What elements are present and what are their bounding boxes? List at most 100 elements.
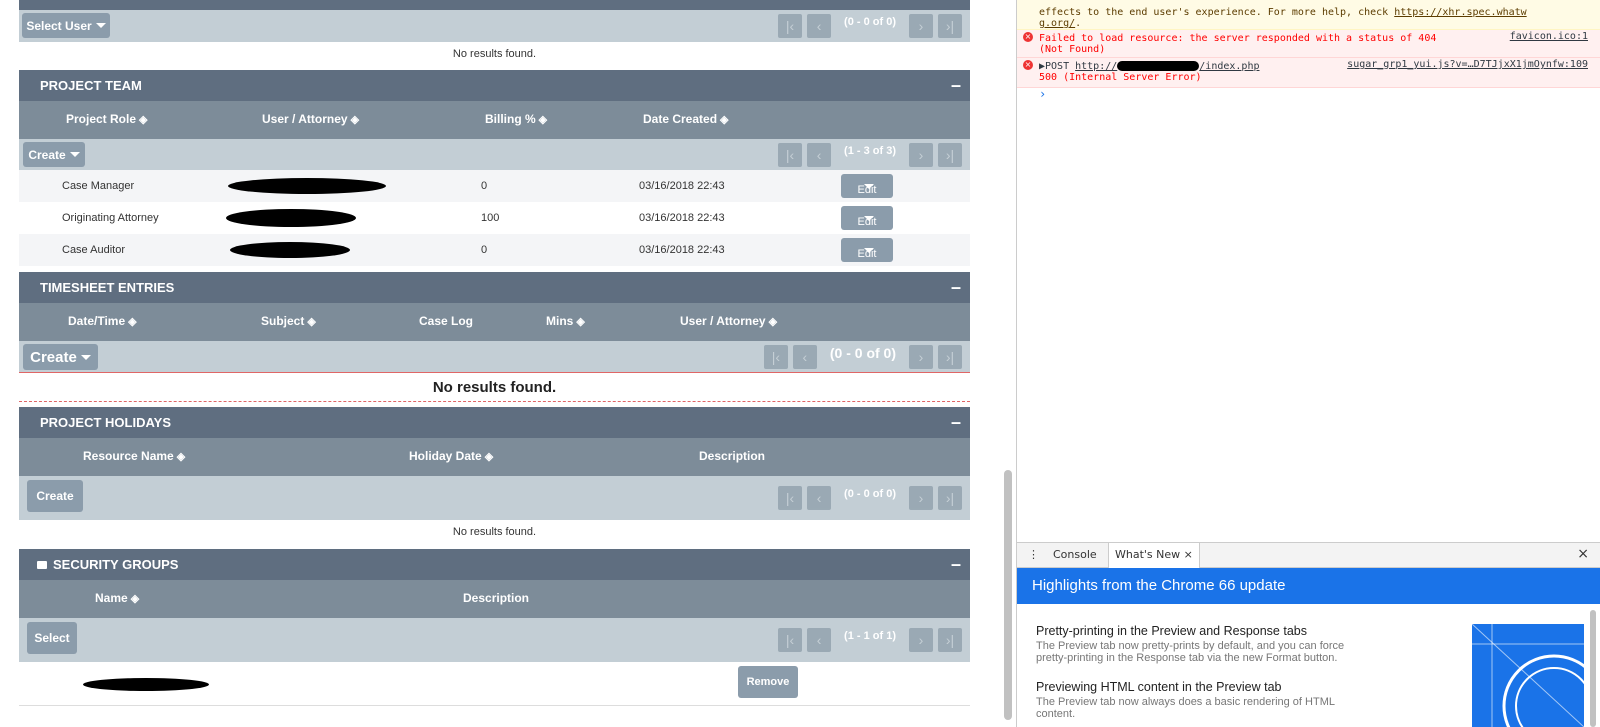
console-error-404: × Failed to load resource: the server re…: [1017, 30, 1600, 58]
panel-title: PROJECT HOLIDAYS: [40, 415, 171, 430]
last-page-icon[interactable]: ›|: [938, 14, 962, 38]
first-page-icon[interactable]: |‹: [778, 14, 803, 38]
tab-close-icon[interactable]: ×: [1184, 548, 1193, 561]
next-page-icon[interactable]: ›: [909, 143, 933, 167]
timesheet-subpanel: TIMESHEET ENTRIES – Date/Time ◈ Subject ◈ …: [19, 272, 970, 402]
error-icon: ×: [1023, 32, 1033, 42]
drawer-menu-icon[interactable]: ⋮: [1028, 548, 1039, 561]
console-warning: effects to the end user's experience. Fo…: [1017, 0, 1600, 30]
col-holiday-date[interactable]: Holiday Date ◈: [409, 449, 493, 463]
col-mins[interactable]: Mins ◈: [546, 314, 585, 328]
prev-page-icon[interactable]: ‹: [807, 143, 832, 167]
error-source-link[interactable]: favicon.ico:1: [1510, 31, 1588, 42]
tab-whats-new[interactable]: What's New ×: [1108, 543, 1200, 568]
prev-page-icon[interactable]: ‹: [807, 628, 832, 652]
col-user-attorney[interactable]: User / Attorney ◈: [262, 112, 359, 126]
col-case-log: Case Log: [419, 314, 474, 328]
panel-header[interactable]: PROJECT TEAM –: [19, 70, 970, 101]
next-page-icon[interactable]: ›: [909, 14, 933, 38]
console-prompt[interactable]: ›: [1017, 88, 1600, 101]
remove-button[interactable]: Remove: [738, 666, 798, 698]
edit-button[interactable]: Edit: [841, 238, 893, 262]
sort-icon[interactable]: ◈: [177, 451, 185, 463]
col-resource-name[interactable]: Resource Name ◈: [83, 449, 185, 463]
col-name[interactable]: Name ◈: [95, 591, 139, 605]
table-row[interactable]: Case Manager 0 03/16/2018 22:43 Edit: [19, 170, 970, 202]
sort-icon[interactable]: ◈: [576, 316, 584, 328]
first-page-icon[interactable]: |‹: [763, 345, 788, 369]
col-date-created[interactable]: Date Created ◈: [643, 112, 729, 126]
sort-icon[interactable]: ◈: [720, 114, 728, 126]
col-subject[interactable]: Subject ◈: [261, 314, 316, 328]
scrollbar-thumb[interactable]: [1004, 470, 1012, 720]
last-page-icon[interactable]: ›|: [938, 628, 962, 652]
next-page-icon[interactable]: ›: [909, 628, 933, 652]
error-text-2: 500 (Internal Server Error): [1039, 72, 1202, 83]
prev-page-icon[interactable]: ‹: [807, 14, 832, 38]
prev-page-icon[interactable]: ‹: [807, 486, 832, 510]
warning-link[interactable]: https://xhr.spec.whatw: [1394, 7, 1526, 18]
table-row[interactable]: Case Auditor 0 03/16/2018 22:43 Edit: [19, 234, 970, 266]
sort-icon[interactable]: ◈: [139, 114, 147, 126]
sort-icon[interactable]: ◈: [131, 593, 139, 605]
feature-desc-2: pretty-printing in the Response tab via …: [1036, 652, 1338, 664]
col-billing[interactable]: Billing % ◈: [485, 112, 547, 126]
create-label: Create: [36, 489, 74, 503]
request-url-end[interactable]: /index.php: [1199, 61, 1259, 72]
crm-detail-view: Select User |‹ ‹ (0 - 0 of 0) › ›| No re…: [0, 0, 998, 727]
panel-title: SECURITY GROUPS: [53, 557, 179, 572]
request-url[interactable]: http://: [1075, 61, 1117, 72]
last-page-icon[interactable]: ›|: [938, 486, 962, 510]
cell-billing: 0: [481, 244, 488, 256]
warning-link-cont[interactable]: g.org/: [1039, 18, 1075, 29]
sort-icon[interactable]: ◈: [351, 114, 359, 126]
expand-arrow-icon[interactable]: ▶POST: [1039, 61, 1075, 72]
next-page-icon[interactable]: ›: [909, 345, 933, 369]
feature-item: Pretty-printing in the Preview and Respo…: [1036, 624, 1344, 664]
error-source-link[interactable]: sugar_grp1_yui.js?v=…D7TJjxX1jmOynfw:109: [1347, 59, 1588, 70]
select-user-button[interactable]: Select User: [22, 13, 110, 38]
warning-text: effects to the end user's experience. Fo…: [1039, 7, 1395, 18]
sort-icon[interactable]: ◈: [128, 316, 136, 328]
dropdown-caret-icon: [80, 354, 91, 360]
sort-icon[interactable]: ◈: [485, 451, 493, 463]
first-page-icon[interactable]: |‹: [778, 628, 803, 652]
panel-header[interactable]: PROJECT HOLIDAYS –: [19, 407, 970, 438]
next-page-icon[interactable]: ›: [909, 486, 933, 510]
create-button[interactable]: Create: [27, 480, 83, 512]
col-date-time[interactable]: Date/Time ◈: [68, 314, 137, 328]
drawer-scrollbar[interactable]: [1590, 610, 1596, 727]
create-button[interactable]: Create: [23, 344, 98, 370]
select-user-label: Select User: [26, 18, 92, 33]
tab-whats-new-label: What's New: [1115, 548, 1181, 561]
sort-icon[interactable]: ◈: [769, 316, 777, 328]
prev-page-icon[interactable]: ‹: [792, 345, 817, 369]
col-project-role[interactable]: Project Role ◈: [66, 112, 148, 126]
pagination: |‹ ‹ (0 - 0 of 0) › ›|: [778, 14, 962, 38]
chrome-logo-graphic: [1472, 624, 1584, 727]
panel-header[interactable]: TIMESHEET ENTRIES –: [19, 272, 970, 303]
sort-icon[interactable]: ◈: [539, 114, 547, 126]
select-button[interactable]: Select: [27, 622, 77, 654]
first-page-icon[interactable]: |‹: [778, 143, 803, 167]
create-button[interactable]: Create: [23, 142, 85, 167]
drawer-close-icon[interactable]: ×: [1577, 546, 1589, 562]
last-page-icon[interactable]: ›|: [938, 143, 962, 167]
panel-header[interactable]: SECURITY GROUPS –: [19, 549, 970, 580]
tab-console[interactable]: Console: [1053, 548, 1097, 561]
first-page-icon[interactable]: |‹: [778, 486, 803, 510]
collapse-icon[interactable]: –: [942, 277, 970, 298]
edit-button[interactable]: Edit: [841, 206, 893, 230]
collapse-icon[interactable]: –: [942, 75, 970, 96]
table-row[interactable]: Originating Attorney 100 03/16/2018 22:4…: [19, 202, 970, 234]
last-page-icon[interactable]: ›|: [938, 345, 962, 369]
collapse-icon[interactable]: –: [942, 554, 970, 575]
prompt-chevron-icon: ›: [1039, 87, 1047, 101]
table-row[interactable]: Remove: [19, 662, 970, 706]
sort-icon[interactable]: ◈: [307, 316, 315, 328]
collapse-icon[interactable]: –: [942, 412, 970, 433]
edit-button[interactable]: Edit: [841, 174, 893, 198]
col-user-attorney[interactable]: User / Attorney ◈: [680, 314, 777, 328]
redacted-user: [230, 242, 350, 258]
column-header-bar: Resource Name ◈ Holiday Date ◈ Description: [19, 438, 970, 476]
